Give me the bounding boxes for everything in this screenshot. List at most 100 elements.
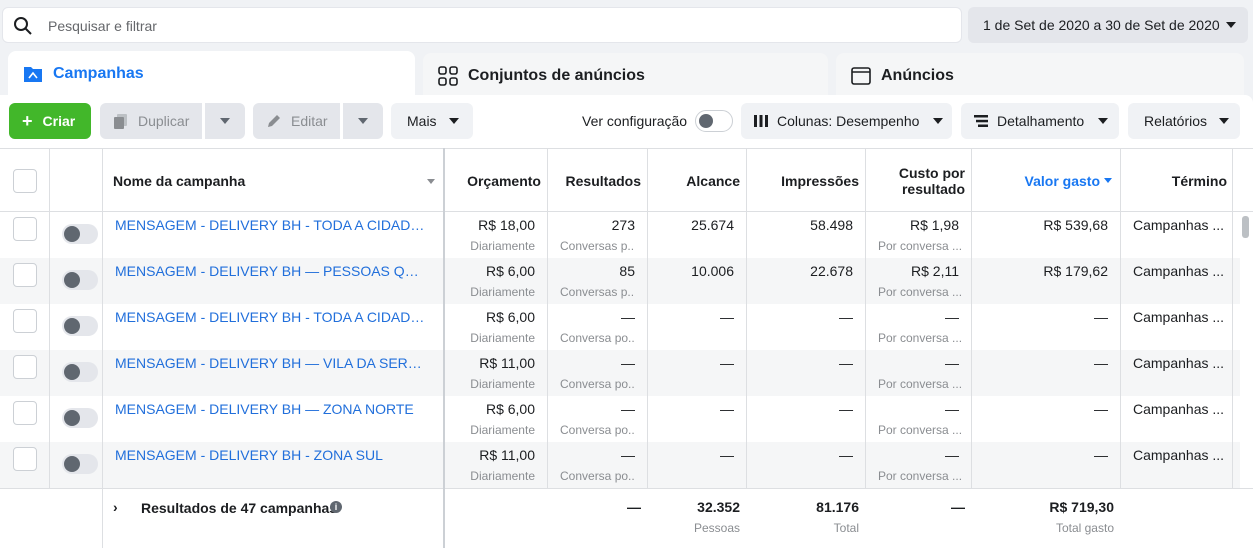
tab-campaigns[interactable]: Campanhas: [8, 51, 415, 101]
cost-per-result-value: —: [945, 401, 959, 417]
tab-ads[interactable]: Anúncios: [836, 53, 1244, 97]
campaign-toggle[interactable]: [62, 316, 98, 336]
campaign-toggle[interactable]: [62, 270, 98, 290]
row-checkbox[interactable]: [13, 401, 37, 425]
search-bar[interactable]: Pesquisar e filtrar: [2, 7, 962, 43]
campaign-name-link[interactable]: MENSAGEM - DELIVERY BH — PESSOAS QUE N..…: [115, 263, 425, 279]
impressions-value: —: [839, 447, 853, 463]
columns-button[interactable]: Colunas: Desempenho: [741, 103, 952, 139]
info-icon[interactable]: i: [330, 501, 342, 513]
campaign-toggle[interactable]: [62, 454, 98, 474]
breakdown-icon: [974, 115, 988, 127]
search-input[interactable]: Pesquisar e filtrar: [48, 18, 157, 34]
chevron-down-icon: [1219, 118, 1230, 124]
footer-impressions-sub: Total: [833, 521, 859, 535]
budget-frequency: Diariamente: [470, 239, 535, 253]
campaign-toggle[interactable]: [62, 408, 98, 428]
budget-frequency: Diariamente: [470, 285, 535, 299]
campaign-name-link[interactable]: MENSAGEM - DELIVERY BH - ZONA SUL: [115, 447, 425, 463]
row-checkbox[interactable]: [13, 447, 37, 471]
budget-value: R$ 6,00: [485, 263, 535, 279]
chevron-down-icon: [933, 118, 944, 124]
table-row[interactable]: MENSAGEM - DELIVERY BH — PESSOAS QUE N..…: [0, 258, 1240, 304]
table-footer: › Resultados de 47 campanhas i — 32.352 …: [0, 488, 1253, 548]
budget-value: R$ 18,00: [478, 217, 535, 233]
results-type: Conversas p...: [560, 285, 635, 299]
grid-icon: [438, 66, 458, 86]
table-row[interactable]: MENSAGEM - DELIVERY BH - ZONA SUL R$ 11,0…: [0, 442, 1240, 488]
table-header: Nome da campanha Orçamento Resultados Al…: [0, 148, 1253, 212]
column-header-cost-per-result[interactable]: Custo por resultado: [866, 149, 971, 212]
column-header-name[interactable]: Nome da campanha: [113, 149, 443, 212]
date-range-picker[interactable]: 1 de Set de 2020 a 30 de Set de 2020: [968, 7, 1248, 43]
impressions-value: —: [839, 355, 853, 371]
budget-frequency: Diariamente: [470, 469, 535, 483]
table-row[interactable]: MENSAGEM - DELIVERY BH — ZONA NORTE R$ 6,…: [0, 396, 1240, 442]
row-checkbox[interactable]: [13, 217, 37, 241]
campaign-name-link[interactable]: MENSAGEM - DELIVERY BH - TODA A CIDADE -…: [115, 217, 425, 233]
table-row[interactable]: MENSAGEM - DELIVERY BH - TODA A CIDADE -…: [0, 304, 1240, 350]
toggle-knob: [64, 456, 80, 472]
campaign-name-link[interactable]: MENSAGEM - DELIVERY BH - TODA A CIDADE -…: [115, 309, 425, 325]
column-header-results[interactable]: Resultados: [548, 149, 647, 212]
sort-desc-icon: [1104, 178, 1112, 183]
chevron-down-icon: [1098, 118, 1109, 124]
footer-reach: 32.352: [697, 499, 740, 515]
row-checkbox[interactable]: [13, 309, 37, 333]
reach-value: —: [720, 355, 734, 371]
breakdown-button[interactable]: Detalhamento: [961, 103, 1119, 139]
vertical-scrollbar[interactable]: [1240, 212, 1253, 488]
table-row[interactable]: MENSAGEM - DELIVERY BH — VILA DA SERRA R$…: [0, 350, 1240, 396]
budget-value: R$ 6,00: [485, 309, 535, 325]
reach-value: 10.006: [691, 263, 734, 279]
campaign-toggle[interactable]: [62, 362, 98, 382]
chevron-right-icon[interactable]: ›: [113, 499, 118, 515]
campaign-name-link[interactable]: MENSAGEM - DELIVERY BH — VILA DA SERRA: [115, 355, 425, 371]
select-all-checkbox[interactable]: [13, 169, 37, 193]
footer-label: Resultados de 47 campanhas: [141, 500, 338, 516]
tab-label: Anúncios: [881, 67, 954, 84]
tab-label: Conjuntos de anúncios: [468, 67, 645, 84]
date-range-label: 1 de Set de 2020 a 30 de Set de 2020: [983, 17, 1220, 33]
column-header-budget[interactable]: Orçamento: [447, 149, 547, 212]
column-header-amount-spent[interactable]: Valor gasto: [972, 149, 1120, 212]
results-value: —: [621, 401, 635, 417]
chevron-down-icon: [448, 118, 459, 124]
more-button[interactable]: Mais: [391, 103, 473, 139]
column-header-reach[interactable]: Alcance: [648, 149, 746, 212]
edit-button[interactable]: Editar: [253, 103, 340, 139]
campaign-toggle[interactable]: [62, 224, 98, 244]
budget-value: R$ 11,00: [479, 355, 535, 371]
edit-menu-button[interactable]: [343, 103, 383, 139]
footer-cost-per-result: —: [951, 499, 965, 515]
amount-spent-value: —: [1094, 401, 1108, 417]
campaign-name-link[interactable]: MENSAGEM - DELIVERY BH — ZONA NORTE: [115, 401, 425, 417]
ends-value: Campanhas ...: [1133, 355, 1225, 371]
amount-spent-value: —: [1094, 309, 1108, 325]
ad-frame-icon: [851, 67, 871, 85]
duplicate-menu-button[interactable]: [205, 103, 245, 139]
chevron-down-icon: [358, 118, 368, 124]
column-divider: [49, 148, 50, 488]
row-checkbox[interactable]: [13, 263, 37, 287]
column-header-impressions[interactable]: Impressões: [747, 149, 865, 212]
row-checkbox[interactable]: [13, 355, 37, 379]
ends-value: Campanhas ...: [1133, 217, 1225, 233]
column-divider[interactable]: [443, 148, 445, 548]
cost-per-result-type: Por conversa ...: [878, 285, 963, 299]
reports-button[interactable]: Relatórios: [1128, 103, 1240, 139]
results-type: Conversa po...: [560, 377, 635, 391]
duplicate-button[interactable]: Duplicar: [100, 103, 202, 139]
tab-ad-sets[interactable]: Conjuntos de anúncios: [423, 53, 828, 97]
view-settings-toggle[interactable]: [695, 110, 733, 132]
column-divider: [865, 148, 866, 488]
budget-value: R$ 6,00: [485, 401, 535, 417]
column-header-ends[interactable]: Término: [1121, 149, 1233, 212]
create-button[interactable]: + Criar: [9, 103, 91, 139]
scrollbar-thumb[interactable]: [1242, 216, 1249, 238]
table-row[interactable]: MENSAGEM - DELIVERY BH - TODA A CIDADE -…: [0, 212, 1240, 258]
reach-value: —: [720, 309, 734, 325]
cost-per-result-value: —: [945, 447, 959, 463]
amount-spent-value: R$ 539,68: [1043, 217, 1108, 233]
amount-spent-value: —: [1094, 447, 1108, 463]
